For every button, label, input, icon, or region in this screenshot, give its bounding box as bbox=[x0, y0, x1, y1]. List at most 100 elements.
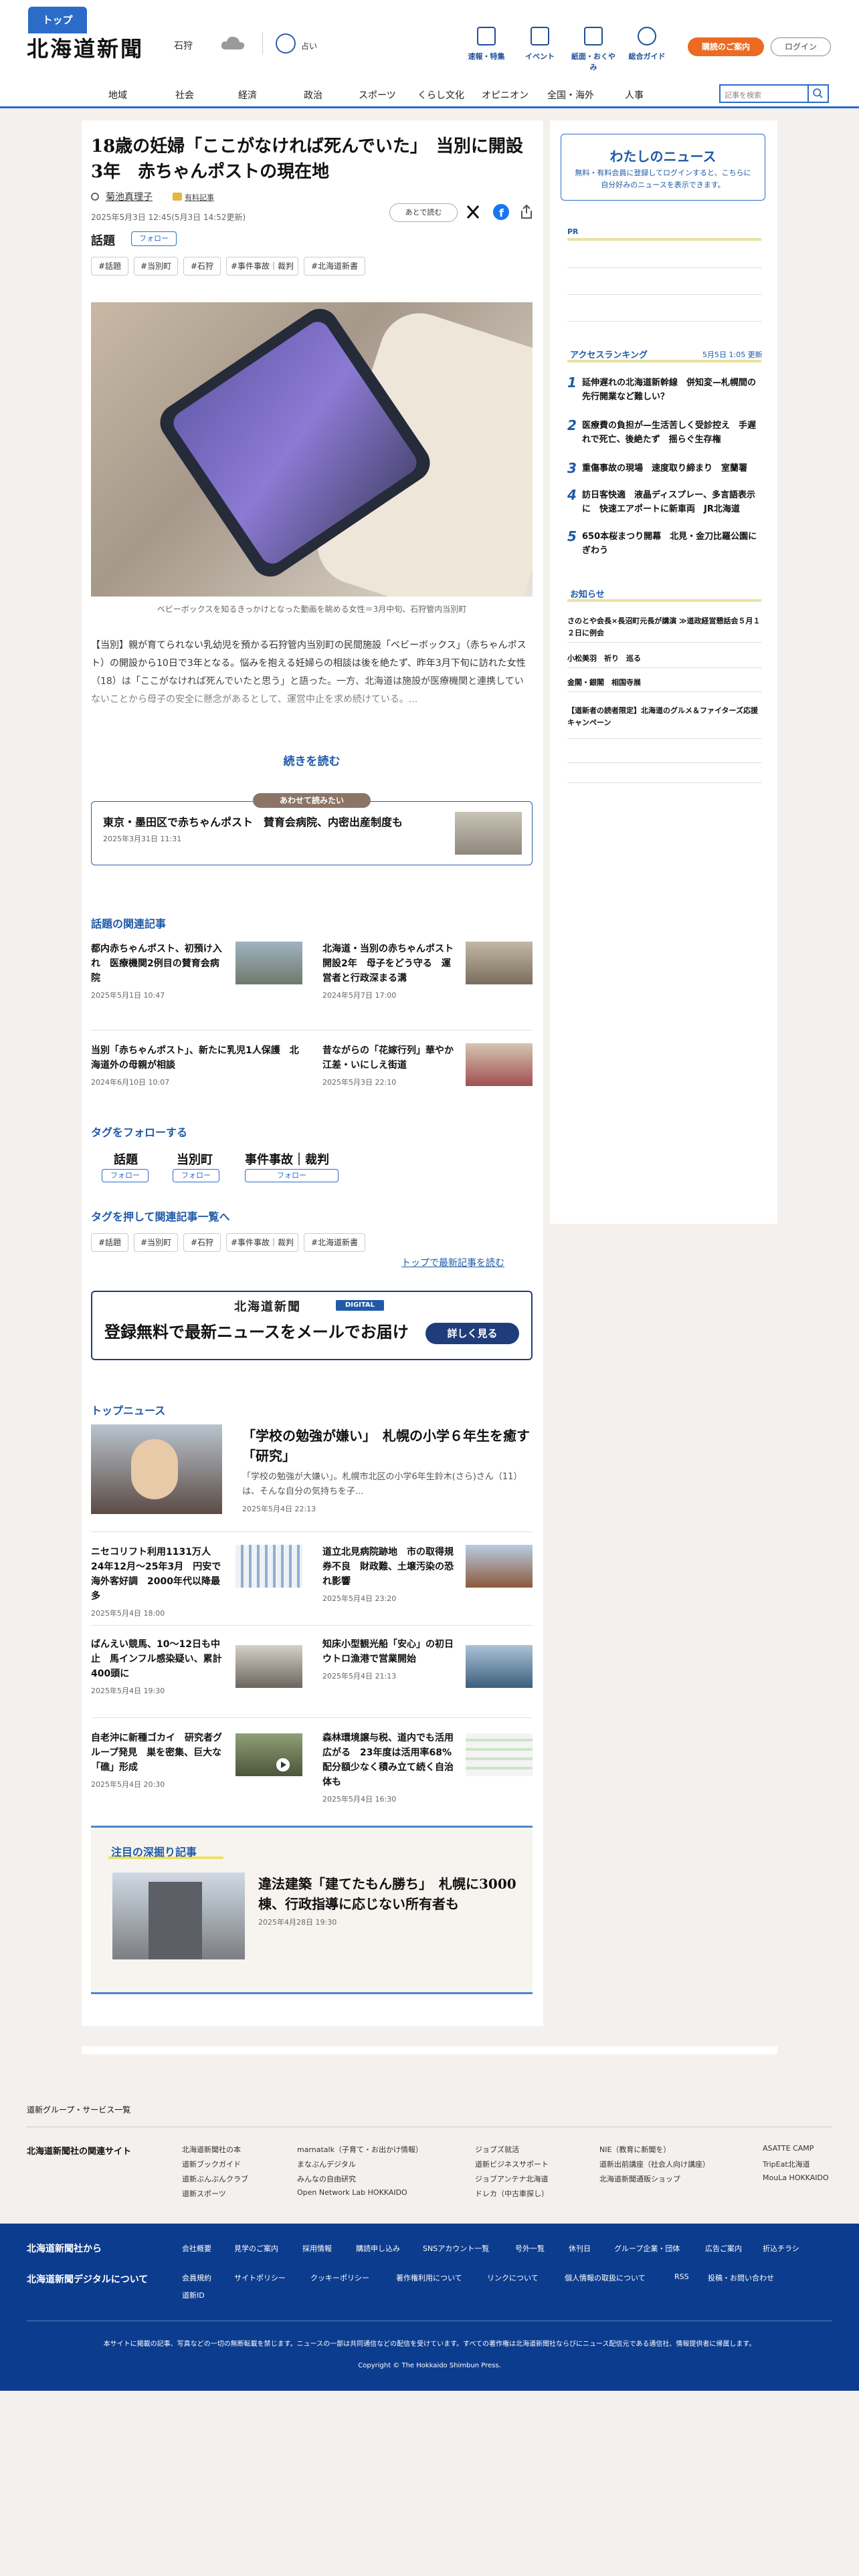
tool-breaking-news[interactable]: 速報・特集 bbox=[463, 27, 510, 62]
footer-link[interactable]: 投稿・お問い合わせ bbox=[708, 2272, 774, 2283]
follow-tag-button[interactable]: フォロー bbox=[245, 1169, 339, 1182]
related-thumbnail[interactable] bbox=[466, 942, 533, 984]
footer-link[interactable]: 会員規約 bbox=[182, 2272, 211, 2283]
related-item[interactable]: 北海道・当別の赤ちゃんポスト開設2年 母子をどう守る 運営者と行政深まる溝 202… bbox=[322, 942, 456, 1000]
video-thumbnail[interactable] bbox=[235, 1733, 302, 1776]
search-icon[interactable] bbox=[807, 84, 829, 103]
deep-dive-thumbnail[interactable] bbox=[112, 1872, 245, 1959]
footer-site-link[interactable]: ジョブズ就活 bbox=[475, 2144, 519, 2155]
footer-site-link[interactable]: 道新ビジネスサポート bbox=[475, 2159, 549, 2169]
search-input[interactable]: 記事を検索 bbox=[719, 84, 813, 103]
footer-site-link[interactable]: MouLa HOKKAIDO bbox=[763, 2173, 829, 2182]
notice-item[interactable]: さのとや会長×長沼町元長が講演 ≫道政経営懇話会５月１２日に例会 bbox=[567, 615, 761, 639]
footer-link[interactable]: グループ企業・団体 bbox=[614, 2243, 680, 2254]
footer-link[interactable]: SNSアカウント一覧 bbox=[423, 2243, 489, 2254]
login-button[interactable]: ログイン bbox=[771, 37, 831, 56]
footer-site-link[interactable]: ジョブアンテナ北海道 bbox=[475, 2173, 549, 2184]
tag-hokkaido-shinsho[interactable]: #北海道新書 bbox=[304, 257, 365, 276]
footer-site-link[interactable]: marnatalk（子育て・お出かけ情報） bbox=[297, 2144, 423, 2155]
chart-thumbnail[interactable] bbox=[235, 1545, 302, 1588]
play-icon[interactable] bbox=[276, 1757, 290, 1772]
footer-link[interactable]: 道新ID bbox=[182, 2290, 205, 2300]
nav-item-politics[interactable]: 政治 bbox=[304, 88, 322, 102]
footer-site-link[interactable]: NIE（教育に新聞を） bbox=[599, 2144, 670, 2155]
footer-link[interactable]: クッキーポリシー bbox=[310, 2272, 369, 2283]
related-item[interactable]: 当別「赤ちゃんポスト」、新たに乳児1人保護 北海道外の母親が相談 2024年6月1… bbox=[91, 1043, 305, 1087]
infographic-thumbnail[interactable] bbox=[466, 1733, 533, 1776]
tag-hokkaido-shinsho[interactable]: #北海道新書 bbox=[304, 1233, 365, 1252]
tool-paper[interactable]: 紙面・おくやみ bbox=[570, 27, 617, 72]
fortune-icon[interactable] bbox=[276, 33, 296, 53]
news-item[interactable]: 自老沖に新種ゴカイ 研究者グループ発見 巣を密集、巨大な「礁」形成 2025年5月… bbox=[91, 1731, 225, 1790]
footer-link[interactable]: RSS bbox=[674, 2272, 689, 2281]
related-item[interactable]: 都内赤ちゃんポスト、初預け入れ 医療機関2例目の賛育会病院 2025年5月1日 1… bbox=[91, 942, 225, 1000]
news-item[interactable]: 知床小型観光船「安心」の初日 ウトロ漁港で営業開始 2025年5月4日 21:13 bbox=[322, 1637, 463, 1681]
news-item[interactable]: ばんえい競馬、10〜12日も中止 馬インフル感染疑い、累計400頭に 2025年5… bbox=[91, 1637, 225, 1696]
nav-item-top[interactable]: トップ bbox=[28, 7, 87, 33]
footer-site-link[interactable]: みんなの自由研究 bbox=[297, 2173, 356, 2184]
read-later-button[interactable]: あとで読む bbox=[389, 203, 458, 222]
footer-link[interactable]: 休刊日 bbox=[569, 2243, 591, 2254]
also-read-title[interactable]: 東京・墨田区で赤ちゃんポスト 賛育会病院、内密出産制度も bbox=[103, 813, 438, 829]
footer-site-link[interactable]: まなぶんデジタル bbox=[297, 2159, 356, 2169]
footer-site-link[interactable]: 道新ブックガイド bbox=[182, 2159, 241, 2169]
tag-incident[interactable]: #事件事故｜裁判 bbox=[226, 257, 298, 276]
group-services-link[interactable]: 道新グループ・サービス一覧 bbox=[27, 2104, 130, 2115]
follow-tag-button[interactable]: フォロー bbox=[173, 1169, 219, 1182]
footer-link[interactable]: 見学のご案内 bbox=[234, 2243, 278, 2254]
site-logo[interactable]: 北海道新聞 bbox=[27, 32, 144, 63]
nav-item-personnel[interactable]: 人事 bbox=[625, 88, 644, 102]
follow-topic-button[interactable]: フォロー bbox=[131, 231, 177, 246]
related-thumbnail[interactable] bbox=[235, 942, 302, 984]
footer-site-link[interactable]: 北海道新聞社の本 bbox=[182, 2144, 241, 2155]
subscribe-guide-button[interactable]: 購読のご案内 bbox=[688, 37, 764, 56]
notice-item[interactable]: 金閣・銀閣 相国寺展 bbox=[567, 677, 761, 689]
footer-link[interactable]: 購読申し込み bbox=[356, 2243, 400, 2254]
footer-site-link[interactable]: 道新出前講座（社会人向け講座） bbox=[599, 2159, 710, 2169]
footer-site-link[interactable]: ASATTE CAMP bbox=[763, 2144, 814, 2153]
tool-guide[interactable]: 総合ガイド bbox=[624, 27, 670, 62]
author-link[interactable]: 菊池真理子 bbox=[106, 190, 153, 203]
nav-item-sports[interactable]: スポーツ bbox=[359, 88, 396, 102]
footer-site-link[interactable]: Open Network Lab HOKKAIDO bbox=[297, 2188, 407, 2197]
x-share-icon[interactable] bbox=[464, 203, 482, 221]
access-ranking-title[interactable]: アクセスランキング bbox=[570, 348, 648, 360]
tag-topic[interactable]: #話題 bbox=[91, 1233, 128, 1252]
footer-link[interactable]: リンクについて bbox=[487, 2272, 539, 2283]
footer-site-link[interactable]: TripEat北海道 bbox=[763, 2159, 810, 2169]
nav-item-economy[interactable]: 経済 bbox=[238, 88, 257, 102]
news-item[interactable]: ニセコリフト利用1131万人 24年12月〜25年3月 円安で海外客好調 200… bbox=[91, 1545, 225, 1618]
notice-item[interactable]: 【道新者の読者限定】北海道のグルメ＆ファイターズ応援キャンペーン bbox=[567, 705, 761, 729]
tag-tobetsu[interactable]: #当別町 bbox=[134, 1233, 178, 1252]
tool-events[interactable]: イベント bbox=[516, 27, 563, 62]
deep-dive-headline[interactable]: 違法建築「建てたもん勝ち」 札幌に3000棟、行政指導に応じない所有者も bbox=[258, 1874, 526, 1914]
nav-item-culture[interactable]: くらし文化 bbox=[417, 88, 464, 102]
footer-site-link[interactable]: 道新スポーツ bbox=[182, 2188, 226, 2199]
top-news-thumbnail[interactable] bbox=[91, 1424, 222, 1514]
nav-item-opinion[interactable]: オピニオン bbox=[482, 88, 529, 102]
tag-tobetsu[interactable]: #当別町 bbox=[134, 257, 178, 276]
share-icon[interactable] bbox=[518, 203, 535, 221]
related-item[interactable]: 昔ながらの「花嫁行列」華やか 江差・いにしえ街道 2025年5月3日 22:10 bbox=[322, 1043, 463, 1087]
footer-link[interactable]: 折込チラシ bbox=[763, 2243, 799, 2254]
news-item[interactable]: 道立北見病院跡地 市の取得規券不良 財政難、土壌汚染の恐れ影響 2025年5月4日… bbox=[322, 1545, 456, 1604]
to-latest-link[interactable]: トップで最新記事を読む bbox=[401, 1256, 504, 1269]
also-read-thumbnail[interactable] bbox=[455, 812, 522, 855]
read-more-link[interactable]: 続きを読む bbox=[91, 752, 533, 768]
footer-link[interactable]: 会社概要 bbox=[182, 2243, 211, 2254]
footer-link[interactable]: サイトポリシー bbox=[234, 2272, 286, 2283]
tag-ishikari[interactable]: #石狩 bbox=[183, 1233, 221, 1252]
deep-dive-title[interactable]: 注目の深掘り記事 bbox=[111, 1843, 197, 1859]
news-item[interactable]: 森林環境譲与税、道内でも活用広がる 23年度は活用率68% 配分額少なく積み立て… bbox=[322, 1731, 461, 1804]
weather-region[interactable]: 石狩 bbox=[174, 39, 193, 52]
news-thumbnail[interactable] bbox=[466, 1645, 533, 1688]
tag-topic[interactable]: #話題 bbox=[91, 257, 128, 276]
nav-item-national[interactable]: 全国・海外 bbox=[547, 88, 594, 102]
footer-link[interactable]: 採用情報 bbox=[302, 2243, 332, 2254]
footer-site-link[interactable]: 北海道新聞通販ショップ bbox=[599, 2173, 680, 2184]
facebook-share-icon[interactable]: f bbox=[492, 203, 510, 221]
news-thumbnail[interactable] bbox=[466, 1545, 533, 1588]
fortune-link[interactable]: 占い bbox=[301, 40, 317, 51]
notices-title[interactable]: お知らせ bbox=[570, 587, 605, 600]
top-news-headline[interactable]: 「学校の勉強が嫌い」 札幌の小学６年生を癒す「研究」 bbox=[242, 1426, 537, 1466]
